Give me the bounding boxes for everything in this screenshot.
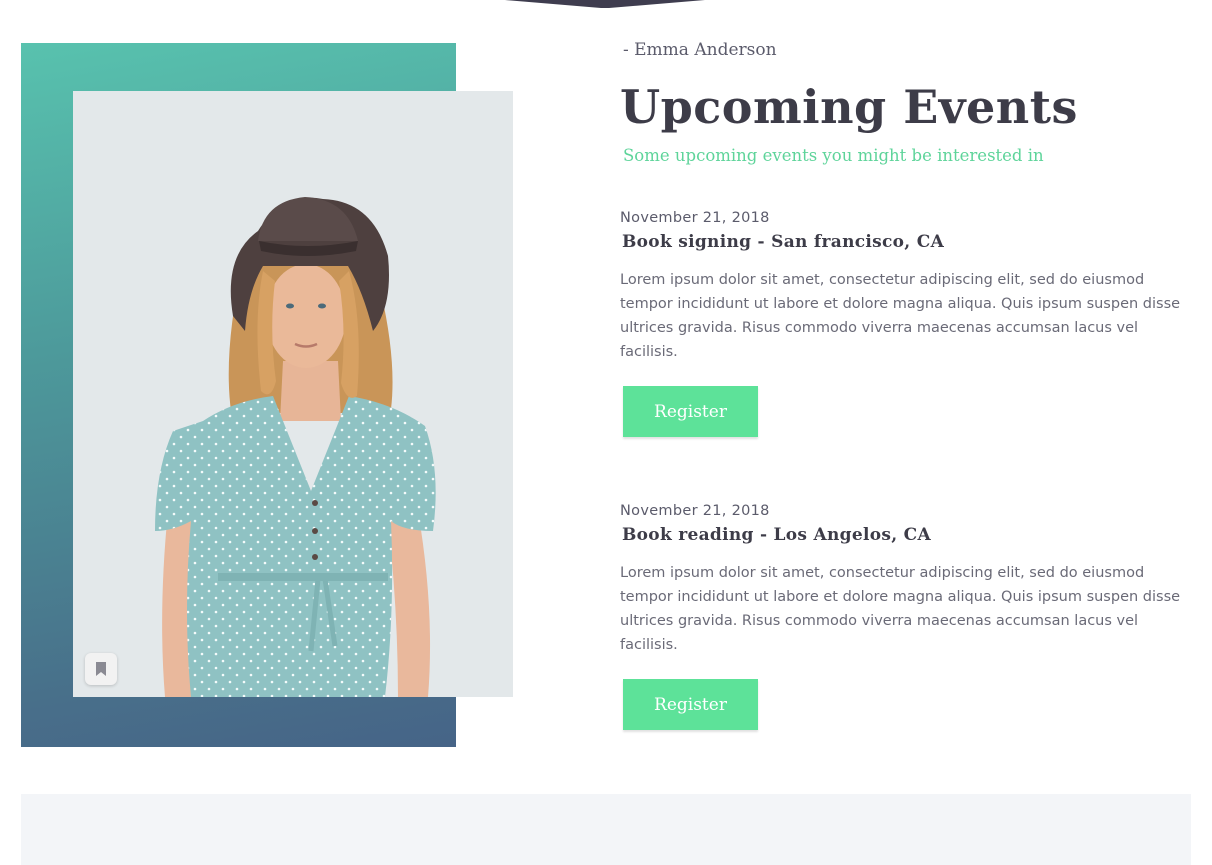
- event-item: November 21, 2018 Book reading - Los Ang…: [620, 503, 1190, 730]
- event-item: November 21, 2018 Book signing - San fra…: [620, 210, 1190, 437]
- section-title: Upcoming Events: [620, 80, 1078, 134]
- top-notch-decoration: [505, 0, 705, 8]
- event-description: Lorem ipsum dolor sit amet, consectetur …: [620, 565, 1181, 653]
- author-photo-illustration: [73, 91, 513, 697]
- event-title: Book reading - Los Angelos, CA: [622, 525, 931, 545]
- bookmark-icon: [96, 662, 106, 676]
- section-subtitle: Some upcoming events you might be intere…: [623, 146, 1044, 165]
- register-button[interactable]: Register: [623, 679, 758, 730]
- next-section-band: [21, 794, 1191, 865]
- event-date: November 21, 2018: [620, 210, 770, 226]
- event-description: Lorem ipsum dolor sit amet, consectetur …: [620, 272, 1181, 360]
- event-title: Book signing - San francisco, CA: [622, 232, 945, 252]
- bookmark-button[interactable]: [85, 653, 117, 685]
- register-button[interactable]: Register: [623, 386, 758, 437]
- author-name: - Emma Anderson: [623, 40, 777, 60]
- event-date: November 21, 2018: [620, 503, 770, 519]
- author-photo: [73, 91, 513, 697]
